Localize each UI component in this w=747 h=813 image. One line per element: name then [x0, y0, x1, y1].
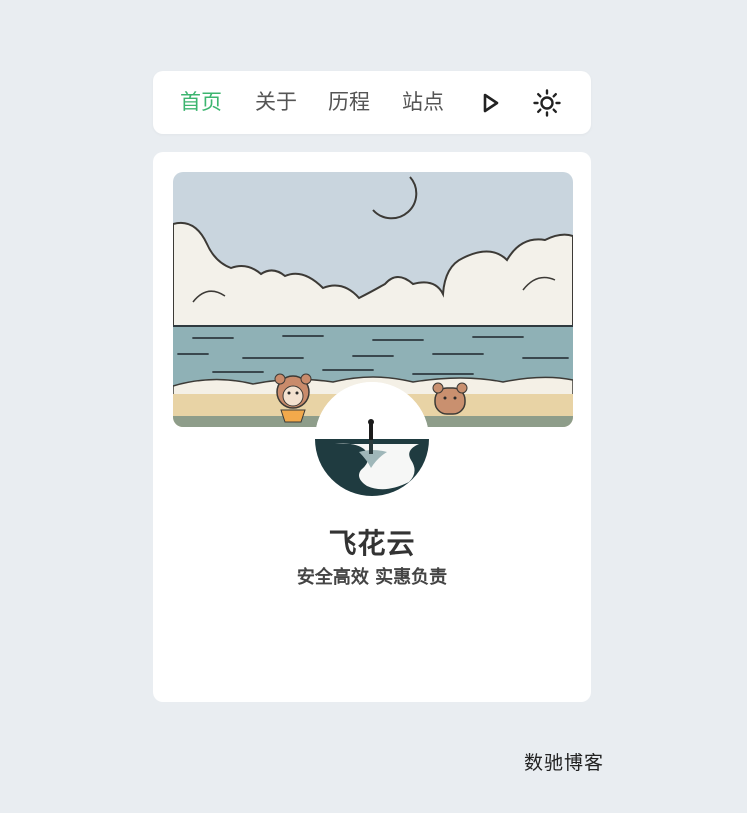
- play-icon[interactable]: [476, 89, 504, 117]
- nav-item-history[interactable]: 历程: [328, 71, 370, 134]
- avatar: [315, 382, 429, 496]
- nav-item-about[interactable]: 关于: [255, 71, 297, 134]
- nav-item-sites[interactable]: 站点: [402, 71, 444, 134]
- top-nav: 首页 关于 历程 站点: [153, 71, 591, 134]
- profile-card: 飞花云 安全高效 实惠负责: [153, 152, 591, 702]
- watermark-text: 数驰博客: [524, 752, 605, 774]
- sun-icon[interactable]: [533, 89, 561, 117]
- profile-slogan: 安全高效 实惠负责: [296, 567, 448, 588]
- profile-name: 飞花云: [328, 527, 416, 560]
- nav-item-home[interactable]: 首页: [180, 71, 222, 134]
- bear-right-figure: [432, 382, 468, 415]
